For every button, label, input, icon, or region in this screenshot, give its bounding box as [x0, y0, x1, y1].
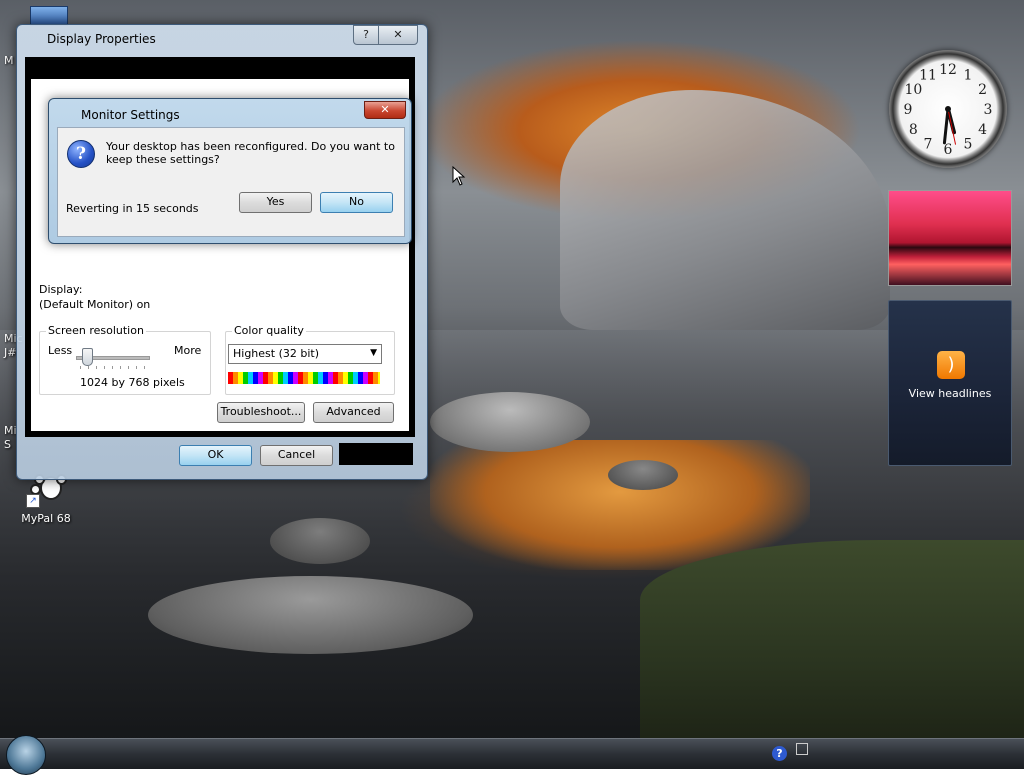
network-tray-icon[interactable] [796, 743, 808, 755]
clock-center [945, 106, 951, 112]
wallpaper-rock [430, 392, 590, 452]
no-button[interactable]: No [320, 192, 393, 213]
display-properties-window[interactable]: Display Properties ? ✕ Display: (Default… [16, 24, 428, 480]
clock-face: 12 12 3 45678 9 1011 [904, 62, 993, 158]
slider-more-label: More [174, 344, 202, 357]
dialog-message: Your desktop has been reconfigured. Do y… [106, 140, 395, 166]
wallpaper-rock [608, 460, 678, 490]
ok-button[interactable]: OK [179, 445, 252, 466]
clock-numeral: 2 [978, 82, 987, 98]
color-quality-value: Highest (32 bit) [233, 347, 320, 360]
revert-countdown: Reverting in 15 seconds [66, 202, 199, 215]
advanced-button[interactable]: Advanced [313, 402, 394, 423]
start-button[interactable] [6, 735, 46, 775]
shortcut-arrow-icon: ↗ [26, 494, 40, 508]
cancel-button[interactable]: Cancel [260, 445, 333, 466]
apply-button-area [339, 443, 413, 465]
close-button[interactable]: ✕ [378, 25, 418, 45]
clock-numeral: 7 [924, 137, 933, 153]
clock-numeral: 3 [984, 102, 993, 118]
clock-numeral: 5 [964, 137, 973, 153]
clock-numeral: 12 [939, 62, 957, 78]
window-title: Display Properties [47, 32, 156, 46]
mouse-cursor-icon [452, 166, 466, 186]
wallpaper-mountain [560, 90, 890, 330]
yes-button[interactable]: Yes [239, 192, 312, 213]
feed-headlines-gadget[interactable]: ) View headlines [888, 300, 1012, 466]
clock-numeral: 9 [904, 102, 913, 118]
color-quality-title: Color quality [232, 324, 306, 337]
resolution-slider-thumb[interactable] [82, 348, 93, 366]
clock-numeral: 8 [909, 122, 918, 138]
color-quality-group: Color quality Highest (32 bit) ▼ [225, 324, 395, 395]
display-label: Display: [39, 283, 83, 296]
clock-numeral: 6 [944, 142, 953, 158]
clock-numeral: 1 [964, 67, 973, 83]
taskbar: ? [0, 735, 1024, 775]
color-spectrum-bar [228, 372, 380, 384]
wallpaper-rock [148, 576, 473, 654]
wallpaper-grass [640, 540, 1024, 740]
desktop-edge-label[interactable]: J# [4, 346, 16, 359]
clock-numeral: 11 [919, 67, 937, 83]
screen-resolution-title: Screen resolution [46, 324, 146, 337]
dialog-close-button[interactable]: ✕ [364, 101, 406, 119]
dropdown-arrow-icon: ▼ [370, 348, 377, 358]
view-headlines-link[interactable]: View headlines [889, 387, 1011, 400]
slider-less-label: Less [48, 344, 73, 357]
desktop-icon-label: MyPal 68 [21, 512, 71, 525]
clock-minute-hand [942, 107, 950, 145]
question-icon: ? [67, 140, 95, 168]
dialog-title: Monitor Settings [81, 108, 180, 122]
desktop-edge-label[interactable]: M [4, 54, 14, 67]
color-quality-select[interactable]: Highest (32 bit) ▼ [228, 344, 382, 364]
display-value: (Default Monitor) on [39, 298, 151, 311]
troubleshoot-button[interactable]: Troubleshoot... [217, 402, 305, 423]
help-tray-icon[interactable]: ? [772, 746, 787, 761]
dialog-body: ? Your desktop has been reconfigured. Do… [57, 127, 405, 237]
monitor-settings-dialog[interactable]: Monitor Settings ✕ ? Your desktop has be… [48, 98, 412, 244]
desktop-edge-label[interactable]: S [4, 438, 11, 451]
computer-icon[interactable] [30, 6, 68, 26]
slider-ticks [80, 366, 148, 369]
rss-icon: ) [937, 351, 965, 379]
resolution-value: 1024 by 768 pixels [80, 376, 185, 389]
desktop-edge-label[interactable]: Mi [4, 424, 17, 437]
wallpaper-rock [270, 518, 370, 564]
screen-resolution-group: Screen resolution Less More 1024 by 768 … [39, 324, 211, 395]
clock-numeral: 4 [978, 122, 987, 138]
slideshow-gadget[interactable] [888, 190, 1012, 286]
help-button[interactable]: ? [353, 25, 379, 45]
clock-gadget[interactable]: 12 1 2 3 4 5 6 7 8 9 10 11 [889, 50, 1007, 168]
clock-numeral: 10 [904, 82, 922, 98]
